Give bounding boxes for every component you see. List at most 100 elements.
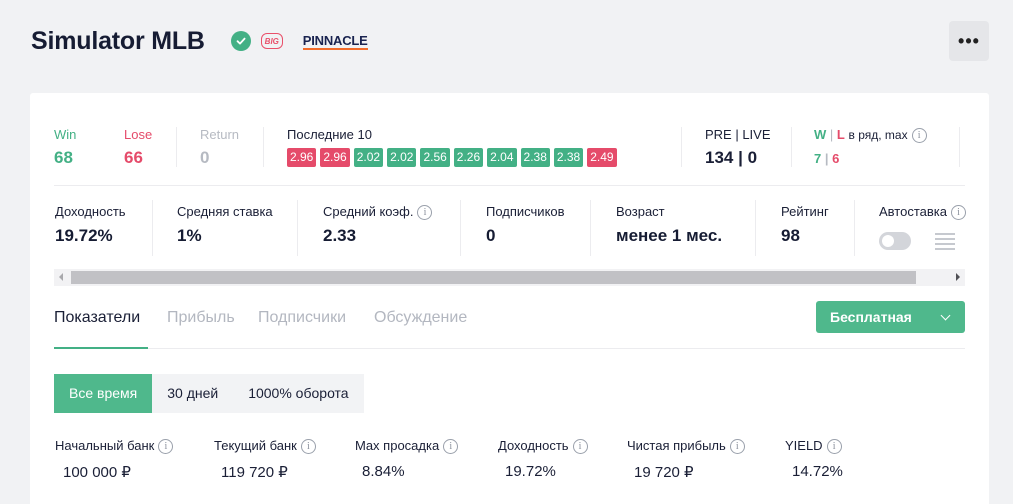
metric-label: Текущий банк i — [214, 437, 316, 455]
metric-label-text: YIELD — [785, 438, 823, 453]
metric-value: 19 720 ₽ — [634, 464, 694, 481]
odds-chip-lose: 2.49 — [587, 148, 617, 167]
odds-chip-lose: 2.96 — [320, 148, 350, 167]
last10-stat: Последние 10 2.96 2.96 2.02 2.02 2.56 2.26 2.0… — [287, 127, 617, 167]
autobet-stat: Автоставка i — [879, 204, 966, 221]
lose-value: 66 — [124, 148, 143, 167]
list-icon[interactable] — [935, 233, 955, 250]
streak-stat: W | L в ряд, max i 7 | 6 — [814, 127, 927, 166]
horizontal-scrollbar[interactable] — [54, 269, 965, 286]
prelive-value: 134 | 0 — [705, 148, 771, 168]
info-icon[interactable]: i — [417, 205, 433, 221]
odds-chip-win: 2.26 — [453, 148, 484, 167]
period-30-days[interactable]: 30 дней — [152, 374, 234, 413]
metric-label-text: Max просадка — [355, 438, 440, 453]
win-value: 68 — [54, 148, 73, 167]
age-stat: Возраст менее 1 мес. — [616, 204, 722, 246]
tab-profit[interactable]: Прибыль — [167, 309, 235, 327]
return-label: Return — [200, 127, 240, 142]
prelive-stat: PRE | LIVE 134 | 0 — [705, 127, 771, 168]
info-icon[interactable]: i — [300, 439, 316, 455]
metric-net-profit: Чистая прибыль i 19 720 ₽ — [627, 437, 745, 481]
odds-chip-win: 2.56 — [420, 148, 450, 167]
streak-w-value: 7 — [814, 151, 822, 166]
divider — [460, 200, 461, 256]
streak-w: W — [814, 127, 827, 142]
period-1000-turnover[interactable]: 1000% оборота — [233, 374, 364, 413]
divider — [959, 127, 960, 167]
subscribers-stat: Подписчиков 0 — [486, 204, 565, 246]
rating-value: 98 — [781, 226, 800, 245]
divider — [681, 127, 682, 167]
metric-label-text: Чистая прибыль — [627, 438, 726, 453]
prelive-separator: | — [738, 148, 743, 167]
metric-label-text: Доходность — [498, 438, 569, 453]
tab-discussion[interactable]: Обсуждение — [374, 309, 467, 327]
autobet-label: Автоставка i — [879, 204, 966, 221]
metric-yield-turnover: YIELD i 14.72% — [785, 437, 843, 480]
rating-stat: Рейтинг 98 — [781, 204, 829, 246]
tab-indicators[interactable]: Показатели — [54, 309, 140, 327]
win-stat: Win 68 — [54, 127, 76, 168]
divider — [854, 200, 855, 256]
period-selector: Все время 30 дней 1000% оборота — [54, 374, 364, 413]
age-label: Возраст — [616, 204, 665, 219]
prelive-label: PRE | LIVE — [705, 127, 771, 142]
subscribers-value: 0 — [486, 226, 496, 245]
metric-yield: Доходность i 19.72% — [498, 437, 588, 480]
avg-odds-stat: Средний коэф. i 2.33 — [323, 204, 433, 246]
info-icon[interactable]: i — [443, 439, 459, 455]
streak-separator: | — [829, 127, 834, 142]
streak-l: L — [836, 127, 845, 142]
section-tabs: Показатели Прибыль Подписчики Обсуждение… — [54, 301, 965, 349]
odds-chip-win: 2.02 — [353, 148, 384, 167]
scrollbar-thumb[interactable] — [71, 271, 916, 284]
metric-value: 100 000 ₽ — [63, 464, 131, 481]
info-icon[interactable]: i — [911, 128, 927, 144]
win-label: Win — [54, 127, 77, 142]
period-all-time[interactable]: Все время — [54, 374, 153, 413]
odds-chip-win: 2.38 — [520, 148, 550, 167]
last10-label: Последние 10 — [287, 127, 372, 142]
avg-stake-stat: Средняя ставка 1% — [177, 204, 273, 246]
metric-label: YIELD i — [785, 437, 843, 455]
rating-label: Рейтинг — [781, 204, 829, 219]
metric-current-bank: Текущий банк i 119 720 ₽ — [214, 437, 316, 481]
return-value: 0 — [200, 148, 210, 167]
avg-odds-label: Средний коэф. i — [323, 204, 433, 221]
streak-label-text: в ряд, max — [848, 128, 908, 142]
pre-count: 134 — [705, 148, 734, 167]
divider — [755, 200, 756, 256]
metric-start-bank: Начальный банк i 100 000 ₽ — [55, 437, 174, 481]
info-icon[interactable]: i — [950, 205, 966, 221]
age-value: менее 1 мес. — [616, 226, 723, 245]
metric-label: Max просадка i — [355, 437, 459, 455]
scroll-right-arrow-icon[interactable] — [956, 273, 960, 281]
subscription-label: Бесплатная — [830, 309, 912, 325]
subscription-dropdown-button[interactable]: Бесплатная — [816, 301, 965, 333]
divider — [590, 200, 591, 256]
subscribers-label: Подписчиков — [486, 204, 565, 219]
divider — [176, 127, 177, 167]
odds-chip-win: 2.02 — [387, 148, 417, 167]
scroll-left-arrow-icon[interactable] — [59, 273, 63, 281]
metric-value: 8.84% — [362, 463, 405, 480]
autobet-label-text: Автоставка — [879, 204, 947, 219]
autobet-toggle[interactable] — [879, 232, 911, 250]
more-options-button[interactable]: ••• — [949, 21, 989, 61]
metric-label-text: Начальный банк — [55, 438, 155, 453]
metrics-row: Начальный банк i 100 000 ₽ Текущий банк i … — [54, 437, 965, 487]
page-header: Simulator MLB BIG PINNACLE — [31, 26, 368, 56]
info-icon[interactable]: i — [729, 439, 745, 455]
tab-subscribers[interactable]: Подписчики — [258, 309, 346, 327]
yield-stat: Доходность 19.72% — [55, 204, 126, 246]
info-icon[interactable]: i — [572, 439, 588, 455]
streak-value: 7 | 6 — [814, 151, 927, 166]
info-icon[interactable]: i — [826, 439, 842, 455]
metric-label: Чистая прибыль i — [627, 437, 745, 455]
yield-label: Доходность — [55, 204, 126, 219]
return-stat: Return 0 — [200, 127, 239, 168]
info-icon[interactable]: i — [158, 439, 174, 455]
divider — [263, 127, 264, 167]
metric-value: 19.72% — [505, 463, 556, 480]
